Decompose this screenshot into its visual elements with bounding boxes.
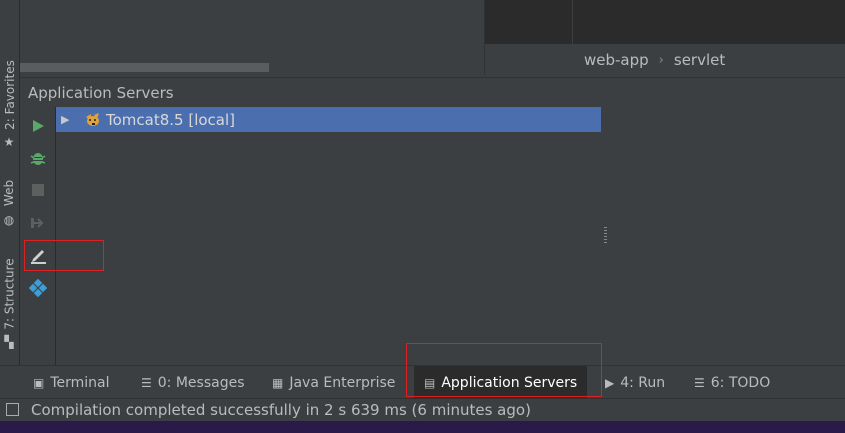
terminal-icon: ▣ <box>33 375 45 390</box>
globe-icon: ◍ <box>3 213 15 227</box>
tab-web-label: Web <box>2 179 17 207</box>
tab-java-enterprise-label: Java Enterprise <box>289 374 396 391</box>
tab-run[interactable]: ▶ 4: Run <box>605 366 665 399</box>
server-label: Tomcat8.5 [local] <box>106 110 236 129</box>
tree-row-tomcat[interactable]: ▶ Tomcat8.5 [local] <box>56 107 601 132</box>
panel-title: Application Servers <box>28 84 174 102</box>
tab-run-label: 4: Run <box>620 374 666 391</box>
left-tool-stripe: 2: Favorites ★ Web ◍ 7: Structure ▚ <box>0 0 20 365</box>
editor-area-right <box>484 0 845 44</box>
star-icon: ★ <box>3 135 15 149</box>
navigation-bar: web-app › servlet <box>484 44 845 75</box>
expand-arrow-icon[interactable]: ▶ <box>61 113 73 126</box>
edit-configuration-icon <box>31 250 46 264</box>
tab-java-enterprise[interactable]: ▦ Java Enterprise <box>272 366 395 399</box>
tab-application-servers-label: Application Servers <box>441 374 578 391</box>
tomcat-icon <box>86 112 99 126</box>
tab-messages[interactable]: ☰ 0: Messages <box>141 366 245 399</box>
panel-toolbar <box>20 107 56 365</box>
tab-structure-label: 7: Structure <box>2 258 17 330</box>
tab-structure[interactable]: 7: Structure ▚ <box>0 255 19 355</box>
tab-messages-label: 0: Messages <box>157 374 245 391</box>
tab-application-servers[interactable]: ▤ Application Servers <box>414 366 588 399</box>
panel-header: Application Servers <box>20 77 845 108</box>
tab-favorites-label: 2: Favorites <box>2 60 17 130</box>
tab-todo-label: 6: TODO <box>710 374 771 391</box>
run-icon: ▶ <box>605 375 615 390</box>
breadcrumb-item-servlet[interactable]: servlet <box>674 51 725 69</box>
artifact-button[interactable] <box>28 278 48 298</box>
breadcrumb: web-app › servlet <box>584 51 725 69</box>
structure-icon: ▚ <box>4 335 14 349</box>
horizontal-scrollbar[interactable] <box>20 63 269 72</box>
tab-terminal[interactable]: ▣ Terminal <box>33 366 110 399</box>
deploy-icon <box>31 218 44 228</box>
status-bar: Compilation completed successfully in 2 … <box>0 398 845 422</box>
todo-icon: ☰ <box>694 375 705 390</box>
tab-web[interactable]: Web ◍ <box>0 176 19 232</box>
status-message: Compilation completed successfully in 2 … <box>31 401 531 419</box>
java-enterprise-icon: ▦ <box>272 375 284 390</box>
deploy-button[interactable] <box>28 213 48 233</box>
chevron-right-icon: › <box>658 52 664 68</box>
bottom-tool-bar: ▣ Terminal ☰ 0: Messages ▦ Java Enterpri… <box>0 365 845 399</box>
splitter-handle[interactable] <box>604 227 607 245</box>
debug-button[interactable] <box>28 148 48 168</box>
tab-favorites[interactable]: 2: Favorites ★ <box>0 56 19 156</box>
stop-icon <box>32 184 44 196</box>
servers-tree: ▶ Tomcat8.5 [local] <box>56 107 845 365</box>
app-servers-icon: ▤ <box>424 375 436 390</box>
messages-icon: ☰ <box>141 375 152 390</box>
run-icon <box>33 120 44 132</box>
window-toggle-icon[interactable] <box>6 403 19 416</box>
stop-button[interactable] <box>28 180 48 200</box>
tab-todo[interactable]: ☰ 6: TODO <box>694 366 770 399</box>
debug-icon <box>30 153 46 165</box>
tab-terminal-label: Terminal <box>50 374 110 391</box>
edit-configuration-button[interactable] <box>28 245 48 265</box>
run-button[interactable] <box>28 116 48 136</box>
editor-divider <box>572 0 573 44</box>
artifact-icon <box>29 279 47 297</box>
os-taskbar <box>0 421 845 433</box>
breadcrumb-item-web-app[interactable]: web-app <box>584 51 649 69</box>
